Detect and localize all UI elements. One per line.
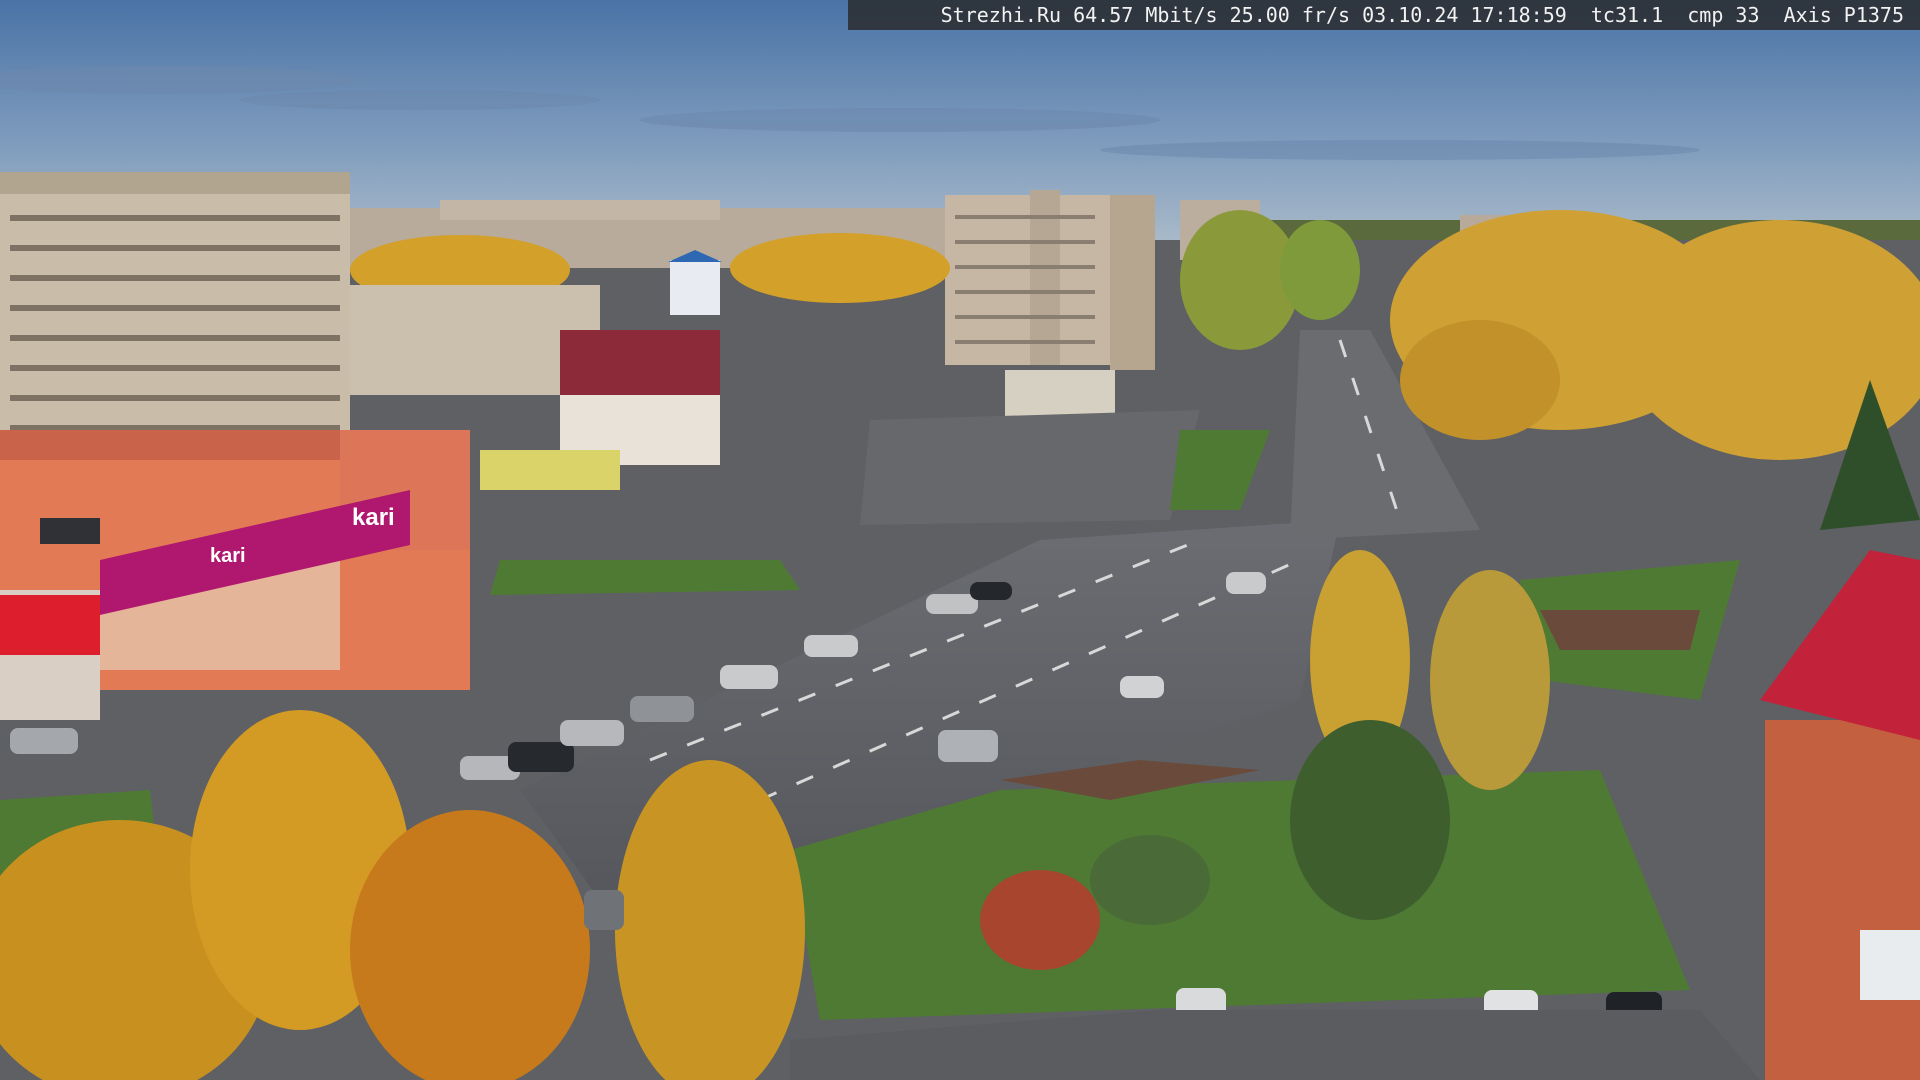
store-sign-main: kari (352, 504, 395, 531)
central-plaza (860, 410, 1200, 525)
kari-storefront-building (0, 430, 470, 720)
webcam-frame: kari kari Strezhi.Ru 64.57 Mbit/s 25.00 … (0, 0, 1920, 1080)
store-sign-side: kari (210, 545, 246, 567)
compression: cmp 33 (1687, 3, 1760, 27)
street-scene: kari kari (0, 0, 1920, 1080)
tc-code: tc31.1 (1590, 3, 1664, 27)
framerate: 25.00 fr/s (1229, 3, 1351, 27)
bitrate: 64.57 Mbit/s (1073, 3, 1218, 27)
camera-model: Axis P1375 (1783, 3, 1904, 27)
center-apartment-tower (945, 190, 1155, 370)
time: 17:18:59 (1470, 3, 1567, 27)
site-name: Strezhi.Ru (940, 3, 1062, 27)
camera-info-overlay: Strezhi.Ru 64.57 Mbit/s 25.00 fr/s 03.10… (848, 0, 1920, 30)
date: 03.10.24 (1362, 3, 1459, 27)
